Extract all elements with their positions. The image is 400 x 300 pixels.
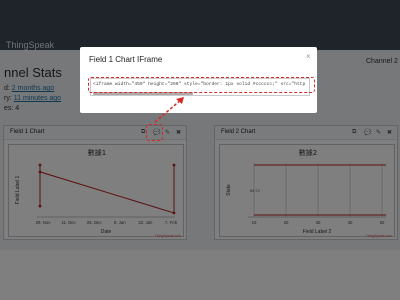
annotation-arrow — [154, 97, 184, 123]
